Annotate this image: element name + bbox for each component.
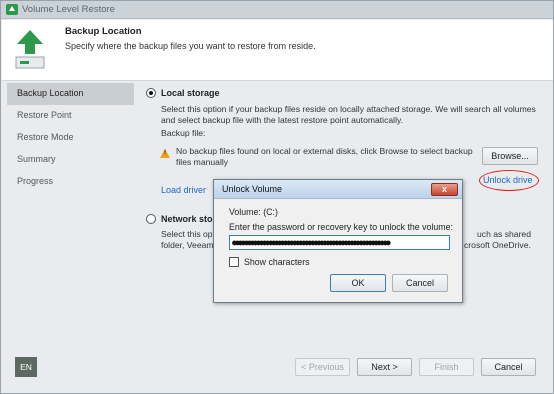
network-storage-description-line1-left: Select this opti <box>161 229 217 239</box>
local-storage-description-line2: and select backup file with the latest r… <box>161 115 404 125</box>
page-subtitle: Specify where the backup files you want … <box>65 41 316 51</box>
wizard-steps-sidebar: Backup Location Restore Point Restore Mo… <box>7 83 134 193</box>
local-storage-label: Local storage <box>161 88 220 98</box>
previous-button[interactable]: < Previous <box>295 358 350 376</box>
dialog-body: Volume: (C:) Enter the password or recov… <box>215 200 461 302</box>
show-characters-label: Show characters <box>244 257 310 267</box>
sidebar-item-restore-mode[interactable]: Restore Mode <box>7 127 134 149</box>
sidebar-item-summary[interactable]: Summary <box>7 149 134 171</box>
dialog-cancel-button[interactable]: Cancel <box>392 274 448 292</box>
network-storage-description-line1-right: uch as shared <box>477 229 531 239</box>
next-button[interactable]: Next > <box>357 358 412 376</box>
warning-icon <box>160 149 170 158</box>
backup-file-label: Backup file: <box>161 128 206 138</box>
local-storage-radio[interactable] <box>146 88 156 98</box>
local-storage-description-line1: Select this option if your backup files … <box>161 104 536 114</box>
close-icon[interactable]: x <box>431 183 458 196</box>
sidebar-item-backup-location[interactable]: Backup Location <box>7 83 134 105</box>
warning-text-line1: No backup files found on local or extern… <box>176 146 473 156</box>
dialog-title: Unlock Volume <box>222 184 283 194</box>
language-badge[interactable]: EN <box>15 357 37 377</box>
volume-restore-window: Volume Level Restore Backup Location Spe… <box>0 0 554 394</box>
network-storage-radio[interactable] <box>146 214 156 224</box>
cancel-button[interactable]: Cancel <box>481 358 536 376</box>
load-driver-link[interactable]: Load driver <box>161 185 206 195</box>
highlight-ring <box>479 170 539 191</box>
unlock-prompt: Enter the password or recovery key to un… <box>229 222 453 232</box>
dialog-title-bar[interactable]: Unlock Volume x <box>214 180 462 199</box>
browse-button[interactable]: Browse... <box>482 147 538 165</box>
unlock-volume-dialog: Unlock Volume x Volume: (C:) Enter the p… <box>213 179 463 303</box>
sidebar-item-progress[interactable]: Progress <box>7 171 134 193</box>
show-characters-checkbox[interactable] <box>229 257 239 267</box>
network-storage-description-line2-right: crosoft OneDrive. <box>464 240 531 250</box>
title-bar[interactable]: Volume Level Restore <box>1 1 553 19</box>
app-icon <box>6 4 18 15</box>
warning-text-line2: files manually <box>176 157 229 167</box>
page-title: Backup Location <box>65 26 142 37</box>
sidebar-item-restore-point[interactable]: Restore Point <box>7 105 134 127</box>
ok-button[interactable]: OK <box>330 274 386 292</box>
window-title: Volume Level Restore <box>22 4 115 15</box>
password-input[interactable]: ●●●●●●●●●●●●●●●●●●●●●●●●●●●●●●●●●●●●●●●●… <box>229 235 450 250</box>
volume-label: Volume: (C:) <box>229 207 278 217</box>
wizard-header: Backup Location Specify where the backup… <box>2 20 553 81</box>
finish-button[interactable]: Finish <box>419 358 474 376</box>
green-up-arrow-disk-icon <box>15 30 45 69</box>
